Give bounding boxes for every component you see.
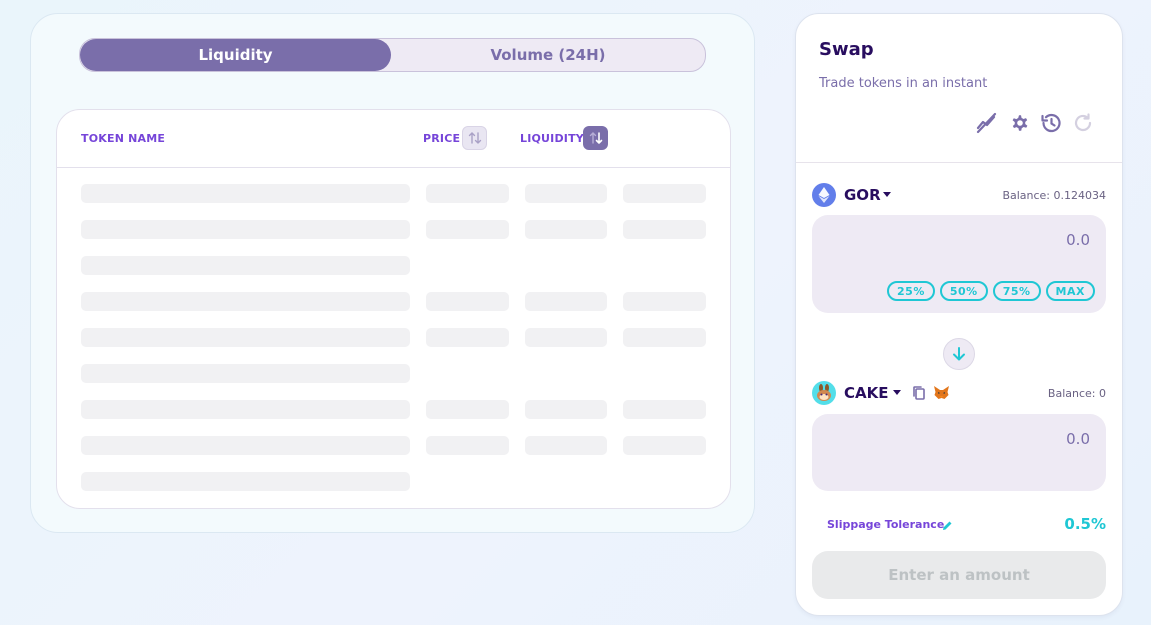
column-header-token-name: TOKEN NAME [81,132,166,145]
to-amount-box[interactable]: 0.0 [812,414,1106,491]
skeleton-bar [81,328,410,347]
token-table: TOKEN NAME PRICE LIQUIDITY [56,109,731,509]
skeleton-bar [525,436,607,455]
skeleton-bar [525,292,607,311]
to-balance: Balance: 0 [1047,387,1106,400]
skeleton-bar [81,364,410,383]
pancake-bunny-icon [812,381,836,405]
skeleton-bar [426,292,509,311]
table-header: TOKEN NAME PRICE LIQUIDITY [57,110,730,168]
gear-icon[interactable] [1007,111,1031,135]
swap-subtitle: Trade tokens in an instant [819,76,988,91]
column-header-price: PRICE [423,132,461,145]
token-table-panel: Liquidity Volume (24H) TOKEN NAME PRICE … [30,13,755,533]
sort-liquidity-button[interactable] [583,126,608,150]
skeleton-bar [623,292,706,311]
max-button[interactable]: MAX [1045,281,1095,301]
sort-price-button[interactable] [462,126,487,150]
skeleton-bar [525,400,607,419]
chevron-down-icon[interactable] [883,192,891,197]
skeleton-bar [81,436,410,455]
to-token-row: CAKE Balance: 0 [812,381,1106,407]
chart-off-icon[interactable] [975,111,999,135]
skeleton-bar [623,184,706,203]
skeleton-bar [426,436,509,455]
arrow-down-icon [953,347,965,361]
to-token-symbol[interactable]: CAKE [844,384,889,402]
metamask-fox-icon[interactable] [933,384,950,405]
from-amount-box[interactable]: 0.0 25% 50% 75% MAX [812,215,1106,313]
percent-25-button[interactable]: 25% [887,281,935,301]
chevron-down-icon[interactable] [893,390,901,395]
swap-title: Swap [819,39,874,60]
tab-volume[interactable]: Volume (24H) [391,39,705,71]
from-token-row: GOR Balance: 0.124034 [812,183,1106,209]
skeleton-bar [81,256,410,275]
skeleton-bar [623,220,706,239]
to-amount-input[interactable]: 0.0 [1066,430,1090,448]
enter-amount-button[interactable]: Enter an amount [812,551,1106,599]
sort-arrows-icon [468,132,481,144]
sort-arrows-icon [589,132,602,144]
skeleton-bar [623,400,706,419]
skeleton-bar [623,436,706,455]
skeleton-bar [81,220,410,239]
from-balance: Balance: 0.124034 [1002,189,1106,202]
slippage-value[interactable]: 0.5% [1064,515,1106,533]
column-header-liquidity: LIQUIDITY [520,132,584,145]
skeleton-bar [525,184,607,203]
refresh-icon[interactable] [1071,111,1095,135]
slippage-label: Slippage Tolerance [827,518,945,531]
percent-buttons: 25% 50% 75% MAX [887,281,1095,301]
pencil-icon[interactable] [941,517,953,536]
skeleton-bar [426,184,509,203]
percent-50-button[interactable]: 50% [939,281,988,301]
skeleton-bar [426,400,509,419]
skeleton-bar [525,328,607,347]
skeleton-bar [525,220,607,239]
header-divider [796,162,1122,163]
ethereum-icon [812,183,836,207]
metric-toggle: Liquidity Volume (24H) [79,38,706,72]
skeleton-bar [623,328,706,347]
skeleton-bar [426,220,509,239]
skeleton-bar [81,400,410,419]
tab-liquidity[interactable]: Liquidity [80,39,391,71]
copy-icon[interactable] [912,385,926,405]
skeleton-bar [426,328,509,347]
from-token-symbol[interactable]: GOR [844,186,881,204]
history-icon[interactable] [1039,111,1063,135]
skeleton-bar [81,292,410,311]
percent-75-button[interactable]: 75% [992,281,1041,301]
switch-tokens-button[interactable] [943,338,975,370]
swap-card: Swap Trade tokens in an instant GOR Bala… [795,13,1123,616]
skeleton-bar [81,184,410,203]
from-amount-input[interactable]: 0.0 [1066,231,1090,249]
skeleton-bar [81,472,410,491]
